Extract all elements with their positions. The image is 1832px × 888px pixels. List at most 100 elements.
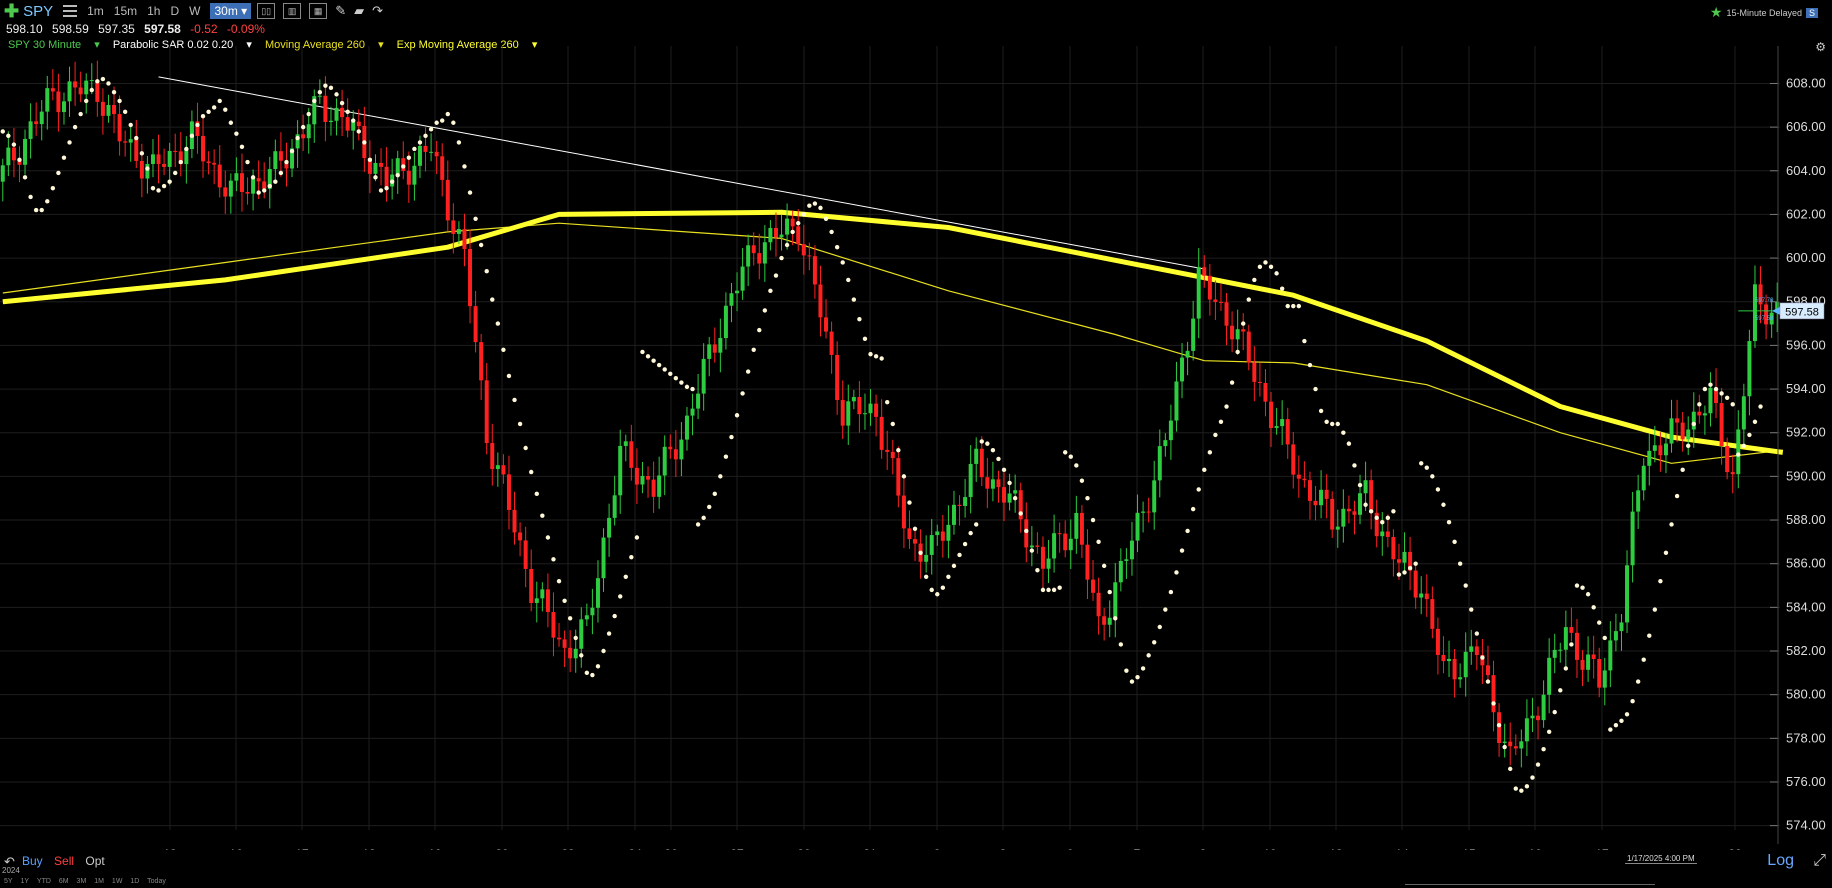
candle-body <box>1135 512 1140 541</box>
candle-body <box>1152 480 1157 513</box>
sar-dot <box>751 347 756 352</box>
add-symbol-icon[interactable]: ✚ <box>4 1 19 22</box>
candle-body <box>1241 329 1246 332</box>
candle-body <box>201 135 206 162</box>
favorite-star-icon[interactable]: ★ <box>1710 4 1723 21</box>
sar-dot <box>1335 421 1340 427</box>
timeframe-d[interactable]: D <box>170 4 179 18</box>
sar-dot <box>1563 666 1569 671</box>
sar-dot <box>590 672 595 678</box>
candle-body <box>239 173 244 192</box>
timeframe-dropdown[interactable]: 30m ▾ <box>210 3 252 19</box>
sar-dot <box>501 347 506 352</box>
sar-dot <box>245 159 250 165</box>
sar-dot <box>195 122 200 128</box>
sar-dot <box>1246 297 1251 302</box>
price-chart[interactable]: 608.00606.00604.00602.00600.00598.00596.… <box>0 46 1832 850</box>
candle-body <box>590 607 595 616</box>
sar-dot <box>1485 679 1491 684</box>
candle-body <box>846 401 851 426</box>
sar-dot <box>106 81 111 86</box>
candle-body <box>468 249 473 307</box>
sar-dot <box>150 186 156 191</box>
candle-body <box>1263 382 1268 402</box>
candle-body <box>751 245 756 254</box>
sar-dot <box>1235 349 1240 355</box>
candle-body <box>551 611 556 638</box>
candle-body <box>1230 325 1235 340</box>
sar-dot <box>823 216 829 221</box>
share-icon[interactable]: ↷ <box>372 3 383 19</box>
sar-dot <box>1207 450 1213 455</box>
quote-change: -0.52 <box>190 22 218 36</box>
candle-body <box>518 532 523 541</box>
y-tick-label: 582.00 <box>1786 643 1826 658</box>
sar-dot <box>1619 718 1624 724</box>
sar-dot <box>56 170 61 176</box>
candle-body <box>434 151 439 157</box>
range-3m[interactable]: 3M <box>77 878 87 885</box>
sar-dot <box>929 587 934 593</box>
sell-button[interactable]: Sell <box>54 854 74 868</box>
candle-body <box>924 554 929 562</box>
timeframe-15m[interactable]: 15m <box>114 4 137 18</box>
range-1w[interactable]: 1W <box>112 878 123 885</box>
sar-dot <box>935 592 940 597</box>
opt-button[interactable]: Opt <box>85 854 104 868</box>
layout-icon[interactable]: ▦ <box>309 3 328 19</box>
sar-dot <box>189 133 195 139</box>
candle-body <box>762 242 767 264</box>
candle-body <box>1474 646 1479 656</box>
horizontal-scrollbar[interactable] <box>1405 884 1655 885</box>
range-1m[interactable]: 1M <box>94 878 104 885</box>
timeframe-1m[interactable]: 1m <box>87 4 104 18</box>
pencil-icon[interactable]: ✎ <box>335 3 346 19</box>
sar-dot <box>1146 653 1151 658</box>
symbol-selector[interactable]: SPY <box>23 3 53 20</box>
sar-dot <box>423 133 428 139</box>
sar-dot <box>1135 675 1140 680</box>
candle-body <box>1118 560 1123 583</box>
expand-icon[interactable]: ⤢ <box>1813 852 1826 870</box>
sar-dot <box>1674 493 1680 499</box>
sar-dot <box>50 186 56 191</box>
candle-body <box>490 443 495 470</box>
timeframe-1h[interactable]: 1h <box>147 4 160 18</box>
candle-body <box>1285 419 1290 445</box>
sar-dot <box>367 157 373 163</box>
range-6m[interactable]: 6M <box>59 878 69 885</box>
candle-body <box>273 151 278 170</box>
candle-body <box>1669 418 1674 444</box>
chart-type-icon[interactable]: ▯▯ <box>257 3 276 19</box>
sar-dot <box>1096 539 1101 545</box>
sar-dot <box>1719 391 1724 396</box>
sar-dot <box>256 190 261 195</box>
candle-body <box>78 87 83 95</box>
sar-dot <box>1024 528 1029 534</box>
date-stamp: 1/17/2025 4:00 PM <box>1625 854 1697 864</box>
studies-icon[interactable]: ▥ <box>283 3 302 19</box>
candle-body <box>228 180 233 197</box>
sar-dot <box>1569 642 1574 647</box>
sar-dot <box>979 439 984 444</box>
log-toggle[interactable]: Log <box>1767 852 1794 870</box>
sar-dot <box>1686 443 1691 449</box>
candle-body <box>1180 357 1185 382</box>
note-icon[interactable]: ▰ <box>354 3 364 19</box>
buy-button[interactable]: Buy <box>22 854 43 868</box>
timeframe-w[interactable]: W <box>189 4 200 18</box>
candle-body <box>696 393 701 409</box>
sar-dot <box>1396 572 1402 577</box>
candle-body <box>1191 318 1196 351</box>
range-1y[interactable]: 1Y <box>21 878 30 885</box>
menu-icon[interactable] <box>63 5 78 17</box>
candle-body <box>657 475 662 497</box>
candle-body <box>1157 446 1162 481</box>
range-ytd[interactable]: YTD <box>37 878 51 885</box>
candle-body <box>212 162 217 165</box>
range-1d[interactable]: 1D <box>130 878 139 885</box>
range-today[interactable]: Today <box>147 878 166 885</box>
candle-body <box>1307 480 1312 501</box>
streaming-badge[interactable]: S <box>1805 7 1818 18</box>
range-5y[interactable]: 5Y <box>4 878 13 885</box>
